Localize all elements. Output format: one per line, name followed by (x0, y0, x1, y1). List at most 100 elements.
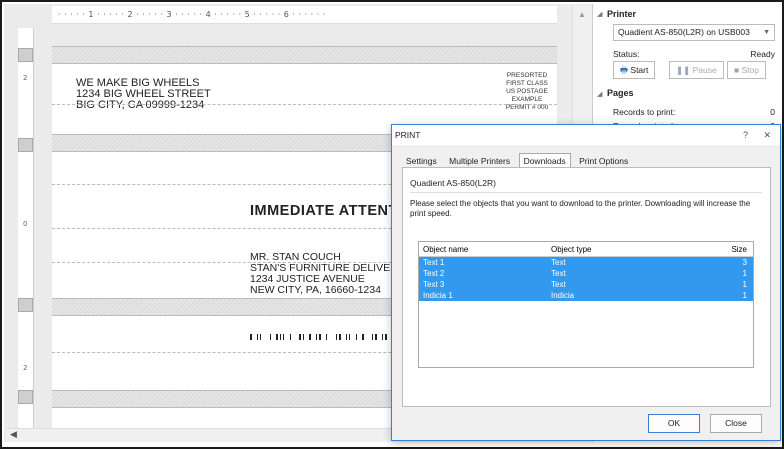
pause-button[interactable]: ❚❚ Pause (669, 61, 724, 79)
object-name: Text 2 (423, 269, 445, 278)
device-name: Quadient AS-850(L2R) (410, 178, 496, 188)
ruler-margin-marker (18, 138, 33, 152)
object-size: 1 (742, 269, 747, 278)
vertical-ruler: 2 0 2 (18, 28, 34, 433)
barcode-bar (348, 334, 351, 340)
print-dialog: PRINT ? ✕ Settings Multiple Printers Dow… (391, 124, 781, 441)
table-row[interactable]: Indicia 1 Indicia 1 (419, 290, 753, 301)
status-label: Status: (613, 49, 640, 59)
records-to-print-row: Records to print: 0 (613, 107, 775, 117)
printer-header: Printer (607, 9, 637, 19)
objects-table: Object name Object type Size Text 1 Text… (418, 241, 754, 368)
stop-label: Stop (741, 65, 760, 75)
dialog-title: PRINT (395, 130, 421, 140)
barcode-bar (355, 334, 357, 340)
permit-line: FIRST CLASS (506, 80, 548, 87)
ruler-tick: 0 (23, 220, 28, 228)
close-button[interactable]: Close (710, 414, 762, 433)
permit-line: EXAMPLE (511, 96, 543, 103)
object-size: 3 (742, 258, 747, 267)
attention-text[interactable]: IMMEDIATE ATTENT (250, 203, 398, 219)
barcode-bar (319, 334, 321, 340)
printer-icon: 🖶 (620, 65, 629, 75)
ruler-margin-marker (18, 390, 33, 404)
barcode-bar (362, 334, 364, 340)
collapse-icon[interactable]: ◢ (597, 10, 602, 18)
pages-header: Pages (607, 88, 634, 98)
records-to-print-value: 0 (770, 107, 775, 117)
object-size: 1 (742, 280, 747, 289)
printer-select[interactable]: Quadient AS-850(L2R) on USB003 ▼ (613, 24, 775, 41)
barcode-bar (335, 334, 338, 340)
permit-line: PRESORTED (506, 72, 548, 79)
recipient-address[interactable]: MR. STAN COUCH STAN'S FURNITURE DELIVERY… (250, 252, 404, 296)
status-value: Ready (750, 49, 775, 59)
pause-icon: ❚❚ (676, 65, 691, 75)
stop-button[interactable]: ■ Stop (727, 61, 767, 79)
ruler-tick: 2 (23, 74, 28, 82)
permit-line: US POSTAGE (506, 88, 548, 95)
object-name: Indicia 1 (423, 291, 453, 300)
table-row[interactable]: Text 1 Text 3 (419, 257, 753, 268)
horizontal-ruler: · · · · · 1 · · · · · 2 · · · · · 3 · · … (52, 6, 557, 24)
object-type: Text (551, 280, 566, 289)
divider (410, 192, 762, 193)
close-icon[interactable]: ✕ (763, 125, 771, 145)
barcode-bar (250, 334, 252, 340)
barcode-bar (381, 334, 384, 340)
barcode-bar (276, 334, 278, 340)
object-type: Text (551, 258, 566, 267)
column-header-name[interactable]: Object name (423, 242, 468, 257)
start-button[interactable]: 🖶 Start (613, 61, 656, 79)
barcode-bar (309, 334, 311, 340)
help-icon[interactable]: ? (743, 125, 748, 145)
table-empty-area (419, 301, 753, 367)
barcode-bar (339, 334, 341, 340)
barcode-bar (282, 334, 285, 340)
downloads-panel: Quadient AS-850(L2R) Please select the o… (402, 167, 771, 407)
barcode-bar (302, 334, 305, 340)
object-size: 1 (742, 291, 747, 300)
tab-print-options[interactable]: Print Options (575, 154, 632, 168)
barcode-bar (279, 334, 282, 340)
printer-select-value: Quadient AS-850(L2R) on USB003 (618, 27, 750, 37)
scroll-up-icon[interactable]: ▲ (578, 10, 586, 19)
start-label: Start (630, 65, 649, 75)
return-address[interactable]: WE MAKE BIG WHEELS 1234 BIG WHEEL STREET… (76, 78, 211, 111)
object-name: Text 1 (423, 258, 445, 267)
collapse-icon[interactable]: ◢ (597, 90, 602, 98)
barcode-bar (375, 334, 377, 340)
tab-settings[interactable]: Settings (402, 154, 441, 168)
permit-line: PERMIT # 000 (505, 104, 549, 111)
table-row[interactable]: Text 3 Text 1 (419, 279, 753, 290)
barcode-bar (345, 334, 348, 340)
column-header-size[interactable]: Size (731, 242, 747, 257)
tab-multiple-printers[interactable]: Multiple Printers (445, 154, 514, 168)
ruler-margin-marker (18, 298, 33, 312)
table-row[interactable]: Text 2 Text 1 (419, 268, 753, 279)
object-type: Text (551, 269, 566, 278)
column-header-type[interactable]: Object type (551, 242, 591, 257)
barcode-bar (315, 334, 318, 340)
recipient-line: NEW CITY, PA, 16660-1234 (250, 284, 381, 296)
ok-button[interactable]: OK (648, 414, 700, 433)
ruler-margin-marker (18, 48, 33, 62)
barcode-bar (289, 334, 292, 340)
postal-barcode[interactable] (250, 328, 400, 340)
barcode-bar (269, 334, 272, 340)
download-description: Please select the objects that you want … (410, 199, 751, 218)
tab-downloads[interactable]: Downloads (518, 153, 571, 168)
return-address-line: BIG CITY, CA 09999-1234 (76, 99, 205, 111)
barcode-bar (325, 334, 328, 340)
status-row: Status: Ready (613, 49, 775, 59)
divider (52, 104, 557, 105)
stop-icon: ■ (734, 65, 740, 75)
barcode-bar (256, 334, 259, 340)
chevron-down-icon: ▼ (763, 29, 770, 36)
postage-permit[interactable]: PRESORTED FIRST CLASS US POSTAGE EXAMPLE… (472, 72, 582, 112)
scroll-left-icon[interactable]: ◀ (10, 429, 17, 440)
barcode-bar (299, 334, 301, 340)
barcode-bar (371, 334, 374, 340)
object-type: Indicia (551, 291, 575, 300)
dialog-titlebar[interactable]: PRINT ? ✕ (392, 125, 780, 145)
